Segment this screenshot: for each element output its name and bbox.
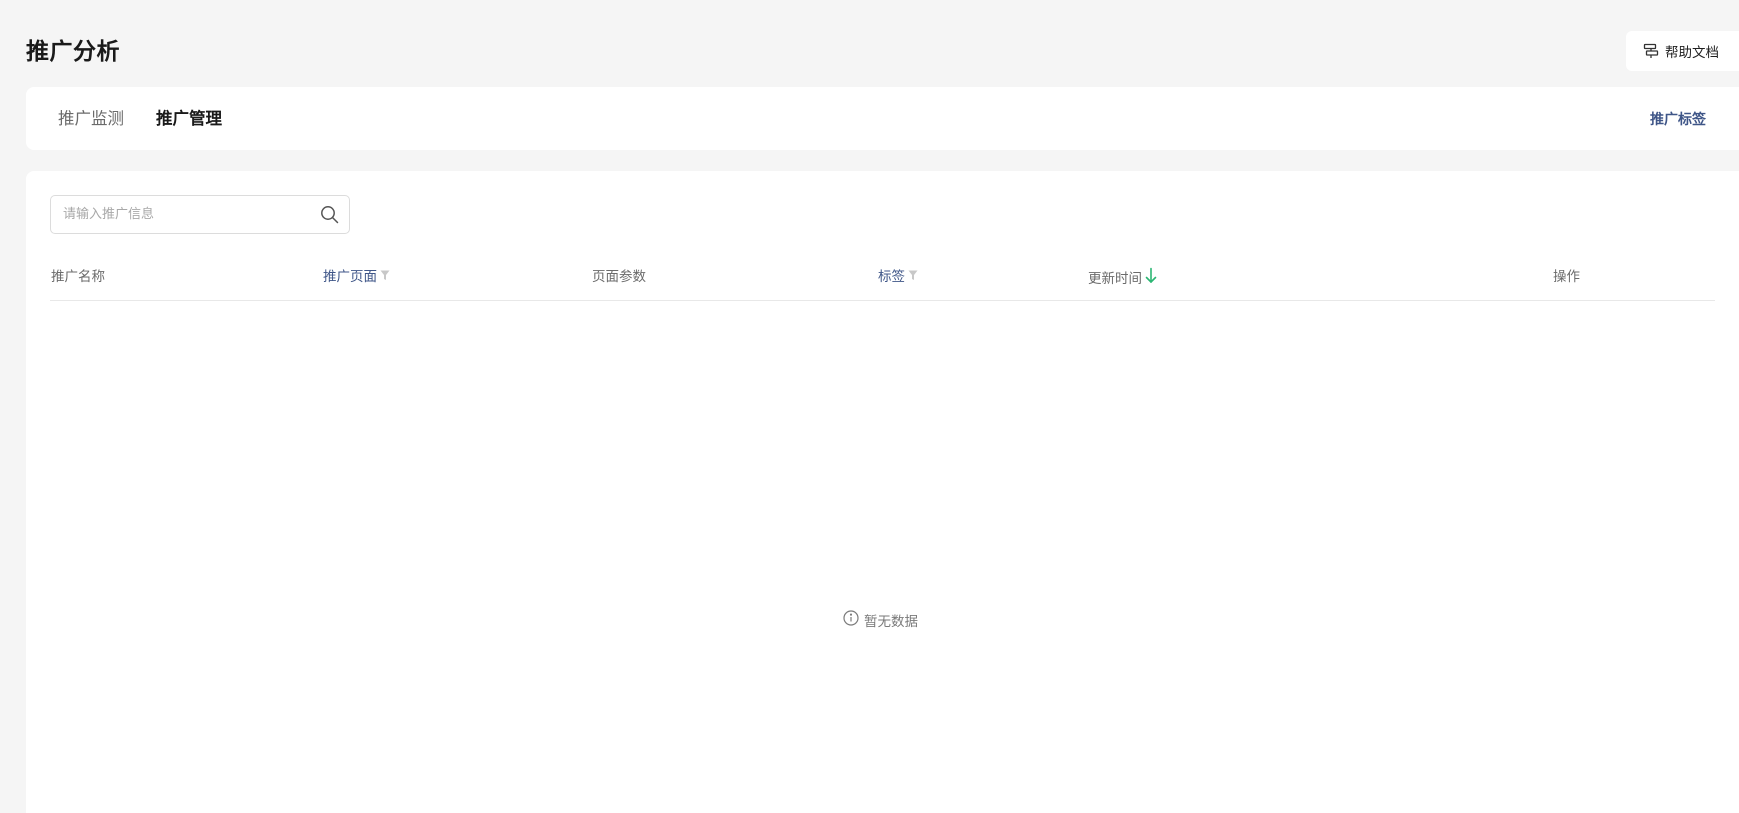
tab-monitor[interactable]: 推广监测 [58,108,124,130]
column-label: 推广页面 [323,269,377,285]
column-header-updated[interactable]: 更新时间 [1088,267,1157,290]
arrow-down-icon[interactable] [1145,267,1157,290]
column-header-tags[interactable]: 标签 [878,267,918,287]
info-icon [843,610,859,630]
help-docs-label: 帮助文档 [1665,45,1719,61]
search-field[interactable] [50,195,350,234]
column-header-params: 页面参数 [592,267,646,287]
filter-icon[interactable] [380,267,390,287]
column-header-actions: 操作 [1553,267,1580,287]
tab-manage[interactable]: 推广管理 [156,108,222,130]
main-panel: 推广名称 推广页面 页面参数 标签 更新时间 [26,171,1739,813]
signpost-icon [1643,43,1659,59]
column-label: 页面参数 [592,269,646,285]
empty-state-text: 暂无数据 [864,614,918,630]
help-docs-button[interactable]: 帮助文档 [1626,31,1739,71]
table-header: 推广名称 推广页面 页面参数 标签 更新时间 操作 [50,267,1715,301]
promo-tags-link[interactable]: 推广标签 [1650,109,1706,129]
filter-icon[interactable] [908,267,918,287]
column-label: 更新时间 [1088,270,1142,287]
column-header-page[interactable]: 推广页面 [323,267,390,287]
search-icon[interactable] [320,205,339,228]
column-header-name: 推广名称 [51,267,105,287]
column-label: 标签 [878,269,905,285]
search-input[interactable] [63,196,303,233]
column-label: 推广名称 [51,269,105,285]
page-title: 推广分析 [26,39,120,65]
tab-bar: 推广监测 推广管理 推广标签 [26,87,1739,150]
empty-state: 暂无数据 [843,610,918,630]
column-label: 操作 [1553,269,1580,285]
